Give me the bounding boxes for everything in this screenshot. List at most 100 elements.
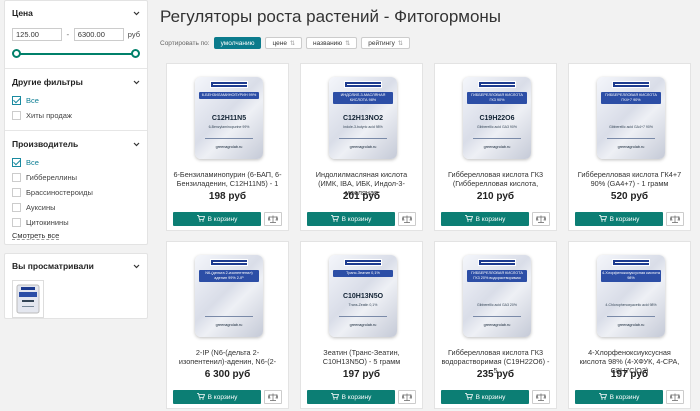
product-image[interactable]: ГИББЕРЕЛЛОВАЯ КИСЛОТА ГК3 20% водораство…	[463, 255, 531, 337]
cart-icon	[330, 392, 339, 402]
scales-icon	[670, 215, 680, 223]
pack-site: greenagrolab.ru	[215, 145, 243, 149]
product-card[interactable]: 4-Хлорфеноксиуксусная кислота 98% 4-Chlo…	[568, 241, 691, 409]
product-price: 201 руб	[342, 191, 381, 202]
compare-button[interactable]	[264, 390, 282, 404]
product-card[interactable]: Транс-Зеатин 0,1% C10H13N5O Trans-Zeatin…	[300, 241, 423, 409]
add-to-cart-button[interactable]: В корзину	[307, 212, 395, 226]
price-slider-min-handle[interactable]	[12, 49, 21, 58]
show-all-link[interactable]: Смотреть все	[12, 231, 59, 240]
filter-option-brassinosteroids[interactable]: Брассиностероиды	[12, 185, 140, 200]
product-card[interactable]: ГИББЕРЕЛЛОВАЯ КИСЛОТА ГК3 20% водораство…	[434, 241, 557, 409]
add-to-cart-label: В корзину	[609, 215, 640, 223]
scales-icon	[402, 393, 412, 401]
product-image[interactable]: N6-(дельта 2-изопентенил) аденин 99% 2-I…	[195, 255, 263, 337]
compare-button[interactable]	[532, 390, 550, 404]
add-to-cart-button[interactable]: В корзину	[173, 212, 261, 226]
price-min-input[interactable]	[12, 28, 62, 41]
pack-label: 6-БЕНЗИЛАМИНОПУРИН 99%	[199, 92, 259, 99]
sort-arrows-icon: ⇅	[289, 40, 295, 47]
compare-button[interactable]	[532, 212, 550, 226]
sort-rating-button[interactable]: рейтингу ⇅	[361, 37, 410, 49]
chevron-down-icon[interactable]	[133, 141, 140, 148]
viewed-panel: Вы просматривали	[4, 253, 148, 319]
divider	[339, 138, 387, 139]
filter-option-auxins[interactable]: Ауксины	[12, 200, 140, 215]
scales-icon	[536, 215, 546, 223]
filter-option-gibberellins[interactable]: Гиббереллины	[12, 170, 140, 185]
scales-icon	[670, 393, 680, 401]
brand-logo	[612, 259, 650, 266]
pack-label: 4-Хлорфеноксиуксусная кислота 98%	[601, 270, 661, 282]
checkbox[interactable]	[12, 203, 21, 212]
price-max-input[interactable]	[73, 28, 124, 41]
chevron-down-icon[interactable]	[133, 263, 140, 270]
filter-option-all[interactable]: Все	[12, 93, 140, 108]
price-slider[interactable]	[12, 47, 140, 61]
checkbox[interactable]	[12, 96, 21, 105]
add-to-cart-button[interactable]: В корзину	[173, 390, 261, 404]
price-filter-header[interactable]: Цена	[12, 7, 140, 19]
sort-default-button[interactable]: умолчанию	[213, 37, 262, 49]
add-to-cart-button[interactable]: В корзину	[307, 390, 395, 404]
pack-subtitle: Trans-Zeatin 0,1%	[348, 303, 378, 307]
pack-formula: C19H22O6	[479, 115, 515, 122]
product-card[interactable]: ГИББЕРЕЛЛОВАЯ КИСЛОТА ГК4+7 90% Gibberel…	[568, 63, 691, 231]
checkbox[interactable]	[12, 173, 21, 182]
product-price: 6 300 руб	[204, 369, 251, 380]
other-filters-header[interactable]: Другие фильтры	[12, 76, 140, 88]
divider	[473, 316, 521, 317]
pack-site: greenagrolab.ru	[483, 145, 511, 149]
product-card[interactable]: ИНДОЛИЛ-3-МАСЛЯНАЯ КИСЛОТА 98% C12H13NO2…	[300, 63, 423, 231]
filter-option-hits[interactable]: Хиты продаж	[12, 108, 140, 123]
add-to-cart-button[interactable]: В корзину	[575, 212, 663, 226]
price-filter-title: Цена	[12, 8, 33, 18]
compare-button[interactable]	[666, 390, 684, 404]
product-image[interactable]: ГИББЕРЕЛЛОВАЯ КИСЛОТА ГК3 90% C19H22O6 G…	[463, 77, 531, 159]
add-to-cart-button[interactable]: В корзину	[441, 212, 529, 226]
other-filters-title: Другие фильтры	[12, 77, 83, 87]
product-image[interactable]: ИНДОЛИЛ-3-МАСЛЯНАЯ КИСЛОТА 98% C12H13NO2…	[329, 77, 397, 159]
checkbox[interactable]	[12, 188, 21, 197]
add-to-cart-label: В корзину	[341, 393, 372, 401]
pack-site: greenagrolab.ru	[349, 323, 377, 327]
product-card[interactable]: N6-(дельта 2-изопентенил) аденин 99% 2-I…	[166, 241, 289, 409]
viewed-header[interactable]: Вы просматривали	[12, 260, 140, 272]
add-to-cart-button[interactable]: В корзину	[441, 390, 529, 404]
product-card[interactable]: ГИББЕРЕЛЛОВАЯ КИСЛОТА ГК3 90% C19H22O6 G…	[434, 63, 557, 231]
sort-price-button[interactable]: цене ⇅	[265, 37, 302, 49]
pack-label: ИНДОЛИЛ-3-МАСЛЯНАЯ КИСЛОТА 98%	[333, 92, 393, 104]
price-slider-max-handle[interactable]	[131, 49, 140, 58]
compare-button[interactable]	[398, 390, 416, 404]
sort-bar: Сортировать по: умолчанию цене ⇅ названию…	[160, 37, 696, 49]
compare-button[interactable]	[666, 212, 684, 226]
maker-filter-options: Все Гиббереллины Брассиностероиды Ауксин…	[12, 155, 140, 230]
compare-button[interactable]	[264, 212, 282, 226]
sort-name-button[interactable]: названию ⇅	[305, 37, 358, 49]
filter-option-cytokinins[interactable]: Цитокинины	[12, 215, 140, 230]
product-card[interactable]: 6-БЕНЗИЛАМИНОПУРИН 99% C12H11N5 6-Benzyl…	[166, 63, 289, 231]
checkbox[interactable]	[12, 111, 21, 120]
product-image[interactable]: 4-Хлорфеноксиуксусная кислота 98% 4-Chlo…	[597, 255, 665, 337]
checkbox[interactable]	[12, 158, 21, 167]
chevron-down-icon[interactable]	[133, 10, 140, 17]
scales-icon	[268, 215, 278, 223]
checkbox[interactable]	[12, 218, 21, 227]
product-image[interactable]: Транс-Зеатин 0,1% C10H13N5O Trans-Zeatin…	[329, 255, 397, 337]
compare-button[interactable]	[398, 212, 416, 226]
add-to-cart-label: В корзину	[207, 215, 238, 223]
filter-option-label: Цитокинины	[26, 218, 69, 227]
pack-site: greenagrolab.ru	[617, 323, 645, 327]
add-to-cart-label: В корзину	[475, 393, 506, 401]
sort-option-label: рейтингу	[368, 39, 395, 47]
product-image[interactable]: 6-БЕНЗИЛАМИНОПУРИН 99% C12H11N5 6-Benzyl…	[195, 77, 263, 159]
viewed-product-thumbnail[interactable]	[12, 280, 44, 318]
other-filter-options: Все Хиты продаж	[12, 93, 140, 123]
filter-option-all[interactable]: Все	[12, 155, 140, 170]
maker-filter-header[interactable]: Производитель	[12, 138, 140, 150]
chevron-down-icon[interactable]	[133, 79, 140, 86]
filter-option-label: Ауксины	[26, 203, 56, 212]
product-image[interactable]: ГИББЕРЕЛЛОВАЯ КИСЛОТА ГК4+7 90% Gibberel…	[597, 77, 665, 159]
add-to-cart-button[interactable]: В корзину	[575, 390, 663, 404]
product-price: 197 руб	[610, 369, 649, 380]
